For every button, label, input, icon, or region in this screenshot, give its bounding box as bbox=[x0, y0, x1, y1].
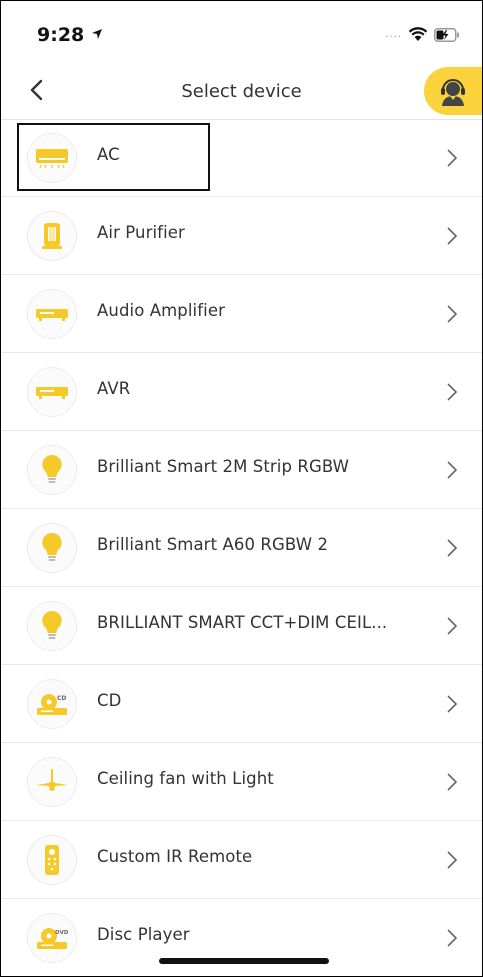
device-row-air-purifier[interactable]: Air Purifier bbox=[1, 197, 482, 275]
dvd-player-icon: DVD bbox=[27, 913, 77, 963]
device-row-audio-amplifier[interactable]: Audio Amplifier bbox=[1, 275, 482, 353]
device-label: Audio Amplifier bbox=[97, 301, 225, 320]
chevron-right-icon bbox=[447, 539, 458, 557]
remote-control-icon bbox=[27, 835, 77, 885]
device-row-brilliant-smart-cct-dim[interactable]: BRILLIANT SMART CCT+DIM CEIL... bbox=[1, 587, 482, 665]
amplifier-icon bbox=[27, 367, 77, 417]
customer-support-icon bbox=[441, 79, 465, 106]
signal-dots-icon: .... bbox=[385, 29, 402, 40]
svg-text:DVD: DVD bbox=[55, 930, 69, 936]
device-row-ceiling-fan[interactable]: Ceiling fan with Light bbox=[1, 743, 482, 821]
chevron-right-icon bbox=[447, 851, 458, 869]
chevron-right-icon bbox=[447, 383, 458, 401]
device-label: AVR bbox=[97, 379, 131, 398]
device-label: Custom IR Remote bbox=[97, 847, 253, 866]
location-arrow-icon bbox=[91, 29, 102, 39]
device-label: Brilliant Smart A60 RGBW 2 bbox=[97, 535, 329, 554]
light-bulb-icon bbox=[27, 523, 77, 573]
device-row-brilliant-smart-2m-strip[interactable]: Brilliant Smart 2M Strip RGBW bbox=[1, 431, 482, 509]
device-row-brilliant-smart-a60[interactable]: Brilliant Smart A60 RGBW 2 bbox=[1, 509, 482, 587]
amplifier-icon bbox=[27, 289, 77, 339]
device-row-ac[interactable]: AC bbox=[1, 119, 482, 197]
chevron-right-icon bbox=[447, 929, 458, 947]
customer-support-button[interactable] bbox=[424, 67, 482, 115]
light-bulb-icon bbox=[27, 445, 77, 495]
device-label: Disc Player bbox=[97, 925, 190, 944]
device-list: AC Air Purifier Audio Amplifier AVR Bril… bbox=[1, 119, 482, 976]
device-row-avr[interactable]: AVR bbox=[1, 353, 482, 431]
device-row-custom-ir-remote[interactable]: Custom IR Remote bbox=[1, 821, 482, 899]
device-label: Ceiling fan with Light bbox=[97, 769, 274, 788]
device-row-cd[interactable]: CD CD bbox=[1, 665, 482, 743]
chevron-right-icon bbox=[447, 773, 458, 791]
home-indicator[interactable] bbox=[159, 958, 329, 964]
page-title: Select device bbox=[181, 81, 302, 102]
navigation-bar: Select device bbox=[1, 63, 482, 120]
device-label: BRILLIANT SMART CCT+DIM CEIL... bbox=[97, 613, 388, 632]
device-label: CD bbox=[97, 691, 122, 710]
device-row-disc-player[interactable]: DVD Disc Player bbox=[1, 899, 482, 976]
selection-highlight-box bbox=[17, 123, 210, 191]
chevron-right-icon bbox=[447, 227, 458, 245]
cd-player-icon: CD bbox=[27, 679, 77, 729]
chevron-right-icon bbox=[447, 695, 458, 713]
light-bulb-icon bbox=[27, 601, 77, 651]
app-screen: 9:28 .... Select device AC Air Purifier … bbox=[0, 0, 483, 977]
wifi-icon bbox=[408, 27, 428, 41]
chevron-right-icon bbox=[447, 617, 458, 635]
status-bar: 9:28 .... bbox=[1, 1, 482, 63]
chevron-right-icon bbox=[447, 305, 458, 323]
status-time: 9:28 bbox=[37, 24, 103, 46]
air-purifier-icon bbox=[27, 211, 77, 261]
chevron-right-icon bbox=[447, 149, 458, 167]
ceiling-fan-icon bbox=[27, 757, 77, 807]
svg-text:CD: CD bbox=[57, 695, 66, 702]
chevron-right-icon bbox=[447, 461, 458, 479]
battery-charging-icon bbox=[434, 27, 459, 42]
device-label: Brilliant Smart 2M Strip RGBW bbox=[97, 457, 350, 476]
device-label: Air Purifier bbox=[97, 223, 185, 242]
